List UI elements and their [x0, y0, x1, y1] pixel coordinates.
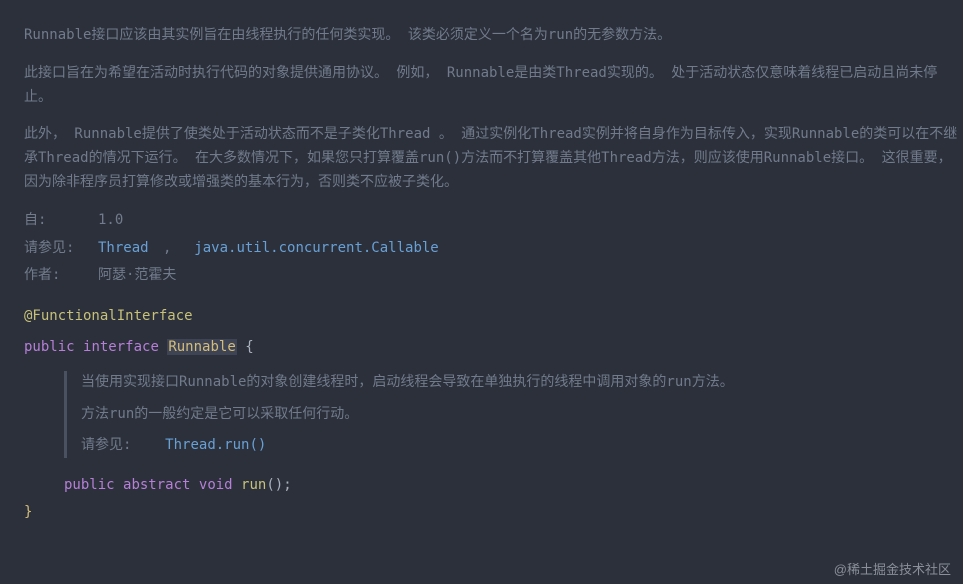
method-declaration: public abstract void run(); — [64, 472, 963, 499]
method-see-label: 请参见: — [81, 437, 131, 453]
method-doc-paragraph: 方法run的一般约定是它可以采取任何行动。 — [81, 403, 963, 427]
interface-declaration: public interface Runnable { — [24, 334, 963, 361]
since-label: 自: — [24, 209, 98, 233]
keyword-abstract: abstract — [123, 477, 190, 493]
author-label: 作者: — [24, 264, 98, 288]
type-runnable: Runnable — [167, 339, 236, 355]
separator: , — [155, 237, 189, 261]
method-doc-paragraph: 当使用实现接口Runnable的对象创建线程时，启动线程会导致在单独执行的线程中… — [81, 371, 963, 395]
close-brace: } — [24, 504, 32, 520]
watermark: @稀土掘金技术社区 — [834, 559, 951, 578]
keyword-interface: interface — [83, 339, 159, 355]
method-name-run: run — [241, 477, 266, 493]
annotation-functional-interface: @FunctionalInterface — [24, 308, 963, 324]
see-also-link-callable[interactable]: java.util.concurrent.Callable — [194, 237, 438, 261]
method-see-link[interactable]: Thread.run() — [165, 437, 266, 453]
author-value: 阿瑟·范霍夫 — [98, 264, 176, 288]
semicolon: ; — [283, 477, 291, 493]
keyword-void: void — [199, 477, 233, 493]
see-also-label: 请参见: — [24, 237, 98, 261]
method-parens: () — [266, 477, 283, 493]
see-also-link-thread[interactable]: Thread — [98, 237, 149, 261]
keyword-public: public — [64, 477, 115, 493]
javadoc-paragraph: 此接口旨在为希望在活动时执行代码的对象提供通用协议。 例如， Runnable是… — [24, 62, 963, 110]
javadoc-paragraph: Runnable接口应该由其实例旨在由线程执行的任何类实现。 该类必须定义一个名… — [24, 24, 963, 48]
since-value: 1.0 — [98, 209, 123, 233]
javadoc-paragraph: 此外， Runnable提供了使类处于活动状态而不是子类化Thread 。 通过… — [24, 123, 963, 194]
keyword-public: public — [24, 339, 75, 355]
open-brace: { — [245, 339, 253, 355]
